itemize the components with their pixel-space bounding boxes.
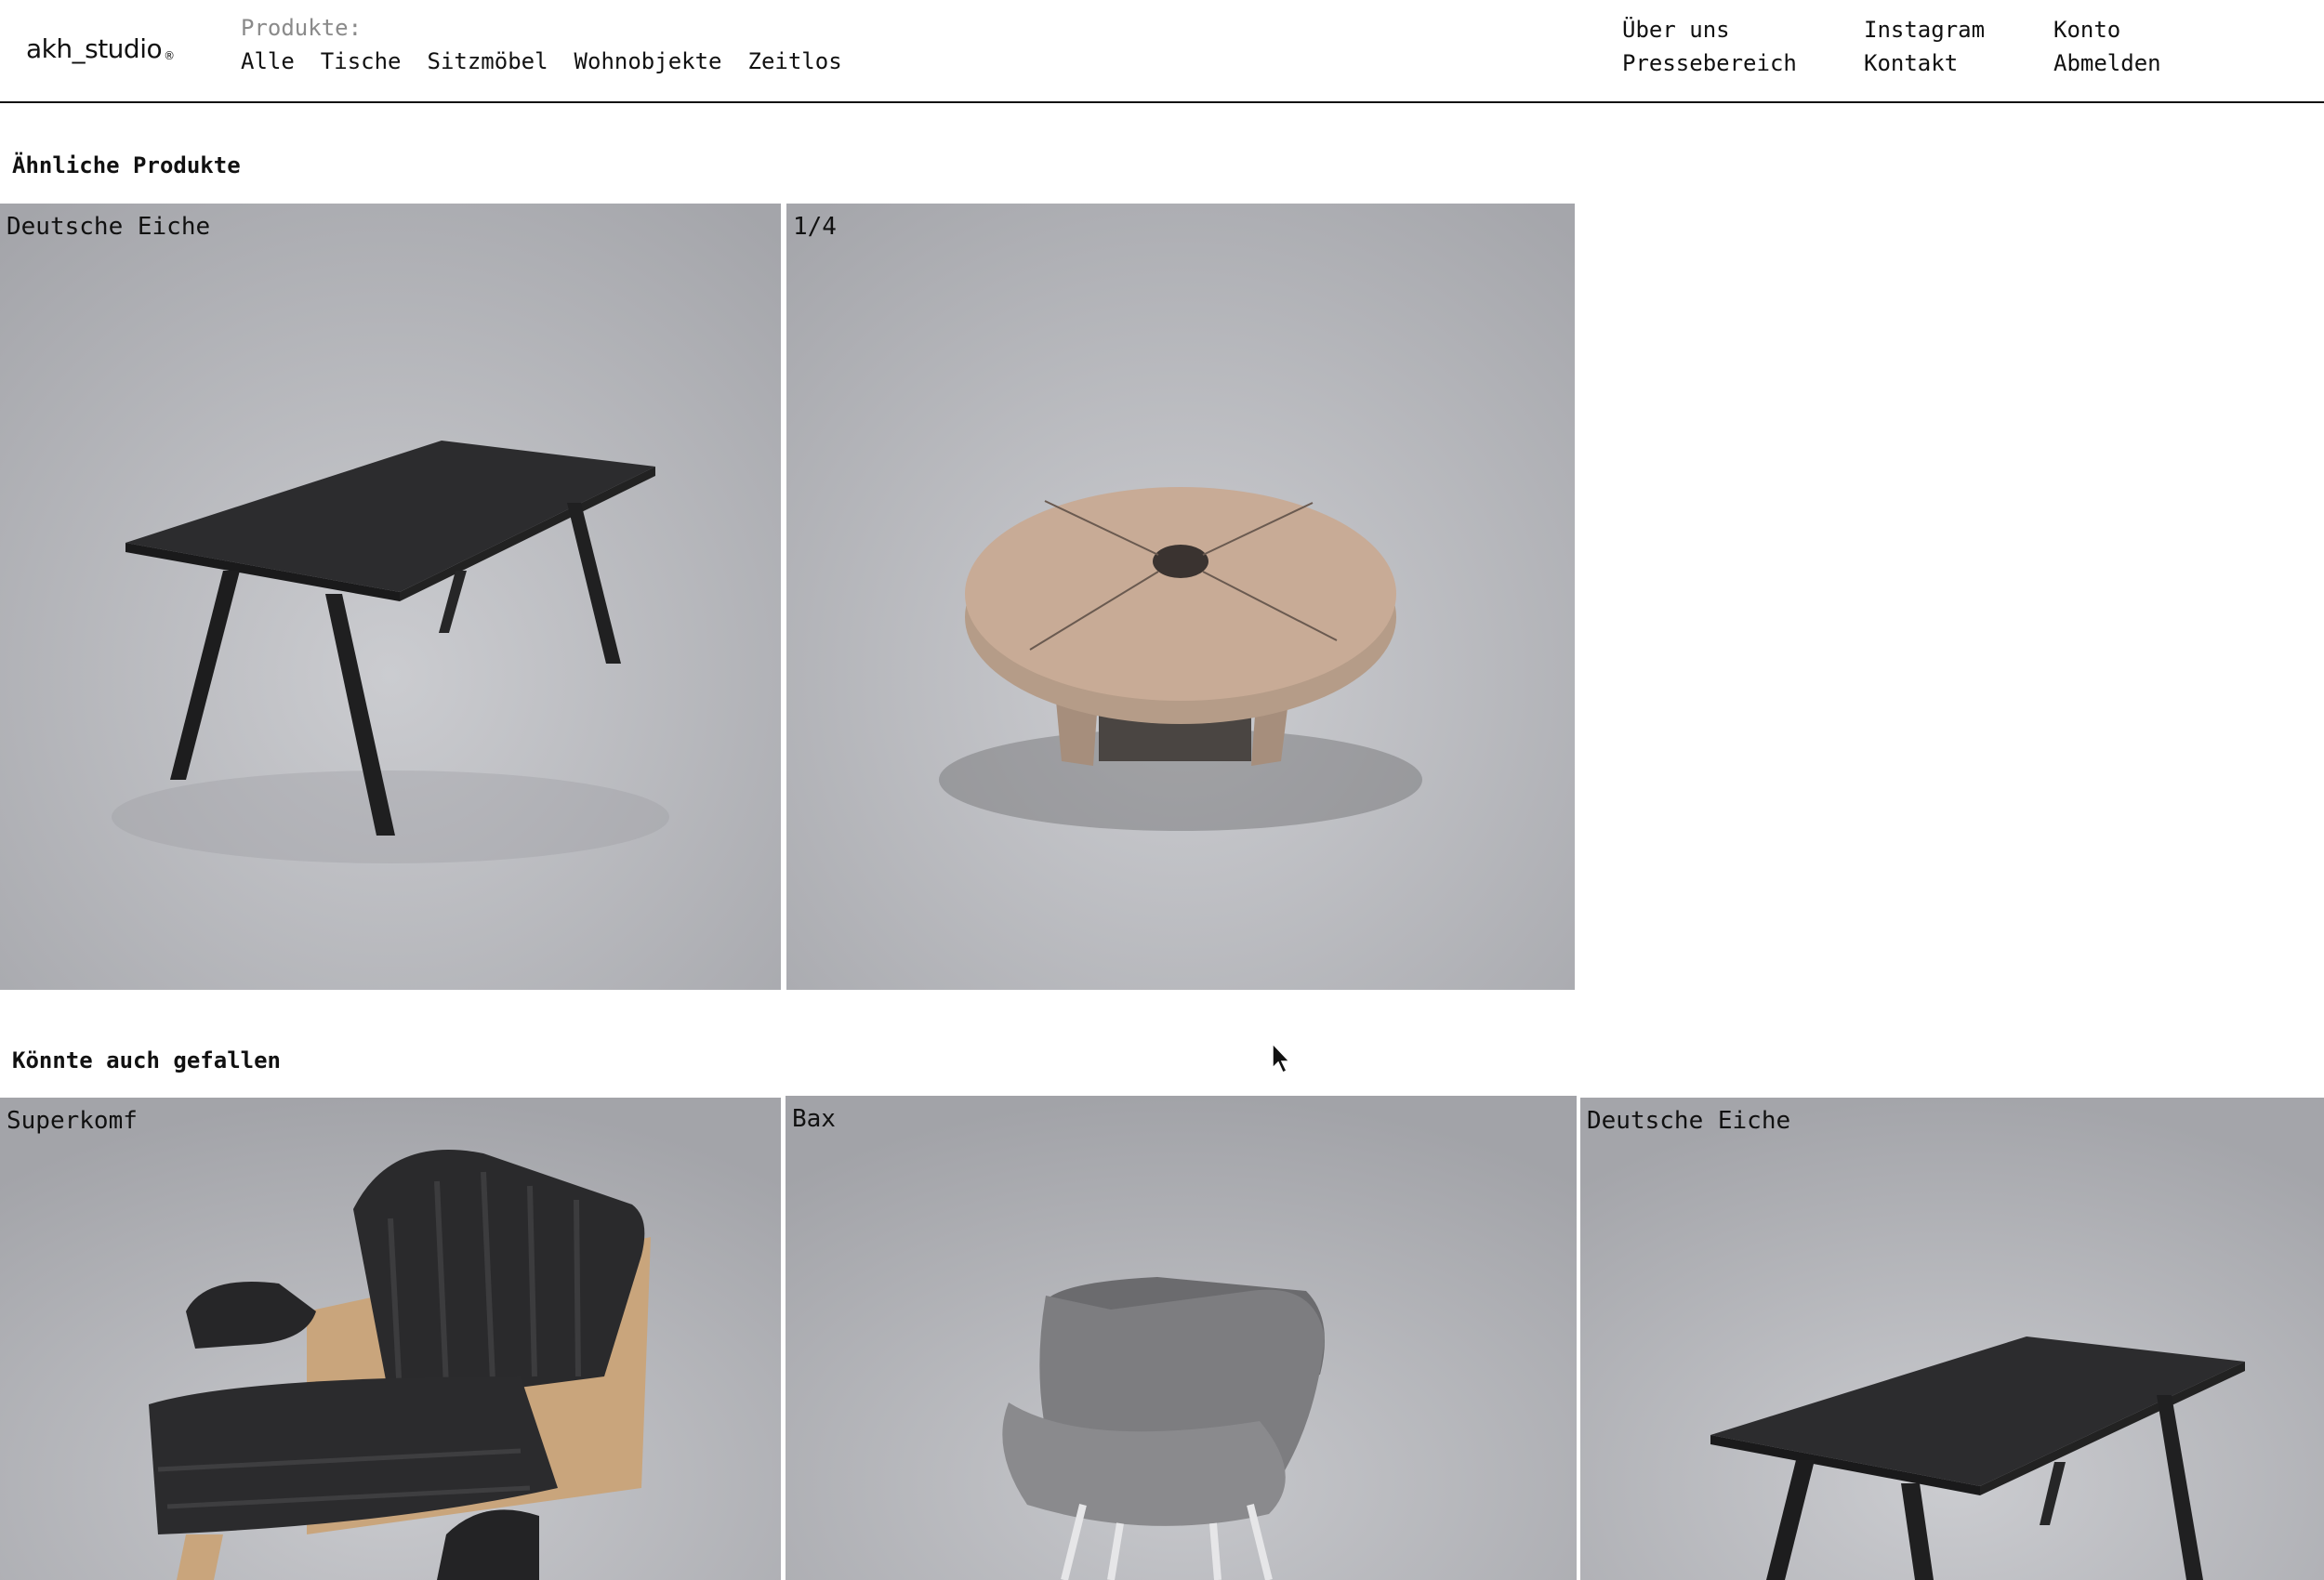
card-label: Deutsche Eiche (1587, 1107, 1791, 1135)
mouse-cursor-icon (1272, 1043, 1291, 1074)
round-table-image (786, 204, 1575, 990)
nav-caption: Produkte: (241, 15, 363, 41)
link-abmelden[interactable]: Abmelden (2053, 50, 2161, 76)
nav-item-wohnobjekte[interactable]: Wohnobjekte (574, 48, 722, 74)
link-kontakt[interactable]: Kontakt (1864, 50, 1985, 76)
logo-text: akh_studio (26, 33, 163, 64)
product-card[interactable]: Bax (786, 1096, 1577, 1580)
product-nav: Produkte: Alle Tische Sitzmöbel Wohnobje… (241, 15, 842, 74)
card-label: Bax (792, 1105, 836, 1133)
card-label: Deutsche Eiche (7, 213, 211, 241)
site-header: akh_studio ® Produkte: Alle Tische Sitzmö… (0, 0, 2324, 103)
lounge-chair-image (0, 1098, 781, 1580)
nav-item-sitzmoebel[interactable]: Sitzmöbel (428, 48, 548, 74)
dark-table-image (0, 204, 781, 990)
dark-table-image (1580, 1098, 2324, 1580)
meta-links-account: Konto Abmelden (2053, 17, 2161, 76)
section-title-also-like: Könnte auch gefallen (12, 1047, 281, 1073)
card-label: Superkomf (7, 1107, 138, 1135)
logo-mark: ® (164, 49, 175, 62)
product-card[interactable]: Deutsche Eiche (1580, 1098, 2324, 1580)
link-ueber-uns[interactable]: Über uns (1622, 17, 1797, 43)
grey-chair-image (786, 1096, 1577, 1580)
link-instagram[interactable]: Instagram (1864, 17, 1985, 43)
meta-links-about: Über uns Pressebereich (1622, 17, 1797, 76)
section-title-similar: Ähnliche Produkte (12, 152, 241, 178)
logo[interactable]: akh_studio ® (26, 33, 175, 64)
nav-item-alle[interactable]: Alle (241, 48, 295, 74)
link-pressebereich[interactable]: Pressebereich (1622, 50, 1797, 76)
product-card[interactable]: 1/4 (786, 204, 1575, 990)
link-konto[interactable]: Konto (2053, 17, 2161, 43)
meta-links-social: Instagram Kontakt (1864, 17, 1985, 76)
nav-item-zeitlos[interactable]: Zeitlos (748, 48, 842, 74)
card-label: 1/4 (793, 213, 837, 241)
product-card[interactable]: Deutsche Eiche (0, 204, 781, 990)
product-card[interactable]: Superkomf (0, 1098, 781, 1580)
nav-item-tische[interactable]: Tische (321, 48, 402, 74)
